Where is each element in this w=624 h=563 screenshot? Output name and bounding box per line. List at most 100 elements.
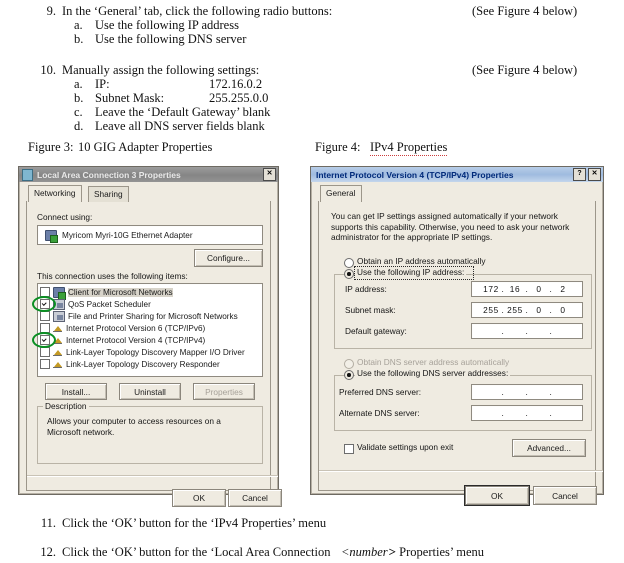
gw-dot-2: .: [525, 326, 529, 336]
figure-3-label: Figure 3:: [28, 140, 74, 154]
install-button[interactable]: Install...: [45, 383, 107, 400]
preferred-dns-label: Preferred DNS server:: [339, 387, 422, 397]
local-area-connection-properties-dialog[interactable]: Local Area Connection 3 Properties ✕ Net…: [18, 166, 282, 507]
network-items-list[interactable]: Client for Microsoft Networks QoS Packet…: [37, 283, 263, 377]
subnet-octet-4: 0: [560, 305, 566, 315]
item-checkbox[interactable]: [40, 335, 50, 345]
cancel-button[interactable]: Cancel: [533, 486, 597, 505]
list-item[interactable]: Client for Microsoft Networks: [40, 286, 260, 300]
step-10a-text: IP:: [95, 77, 110, 91]
preferred-dns-input[interactable]: ...: [471, 384, 583, 400]
list-item[interactable]: Link-Layer Topology Discovery Responder: [40, 358, 260, 370]
item-label: File and Printer Sharing for Microsoft N…: [68, 311, 238, 321]
subnet-mask-label: Subnet mask:: [345, 305, 396, 315]
item-checkbox[interactable]: [40, 323, 50, 333]
figure-4-label: Figure 4:: [315, 140, 361, 154]
item-checkbox[interactable]: [40, 347, 50, 357]
step-10b-text: Subnet Mask:: [95, 91, 165, 105]
item-label: Link-Layer Topology Discovery Mapper I/O…: [66, 347, 245, 357]
tab-networking[interactable]: Networking: [28, 185, 82, 202]
subnet-dot-2: .: [525, 305, 529, 315]
ip-dot-2: .: [525, 284, 529, 294]
advanced-button-label: Advanced...: [527, 443, 571, 453]
step-9a-text: Use the following IP address: [95, 18, 239, 32]
ipv4-dialog-body: General You can get IP settings assigned…: [314, 185, 603, 505]
ipv4-intro-text: You can get IP settings assigned automat…: [331, 211, 570, 242]
protocol-icon: [53, 360, 63, 369]
service-icon: [53, 310, 65, 322]
subnet-octet-2: 255: [507, 305, 523, 315]
step-10-text: Manually assign the following settings:: [62, 63, 260, 77]
step-10d-letter: d.: [74, 119, 84, 133]
ipv4-dialog-title: Internet Protocol Version 4 (TCP/IPv4) P…: [316, 169, 514, 180]
adapter-dialog-title: Local Area Connection 3 Properties: [37, 169, 181, 180]
step-10d-text: Leave all DNS server fields blank: [95, 119, 265, 133]
step-10b-value: 255.255.0.0: [209, 91, 269, 105]
ip-address-input[interactable]: 172. 16. 0. 2: [471, 281, 583, 297]
item-label: Internet Protocol Version 6 (TCP/IPv6): [66, 323, 206, 333]
pdns-dot-3: .: [549, 387, 553, 397]
radio-obtain-ip-automatically[interactable]: [344, 258, 354, 268]
ok-button-label: OK: [491, 490, 503, 501]
step-9b-letter: b.: [74, 32, 84, 46]
list-item[interactable]: QoS Packet Scheduler: [40, 298, 260, 310]
adapter-name-box[interactable]: Myricom Myri-10G Ethernet Adapter: [37, 225, 263, 245]
uninstall-button-label: Uninstall: [134, 386, 166, 397]
protocol-icon: [53, 324, 63, 333]
step-10a-value: 172.16.0.2: [209, 77, 263, 91]
uninstall-button[interactable]: Uninstall: [119, 383, 181, 400]
radio-use-following-ip[interactable]: [344, 269, 354, 279]
list-item[interactable]: Link-Layer Topology Discovery Mapper I/O…: [40, 346, 260, 358]
ok-button-label: OK: [193, 493, 205, 503]
install-button-label: Install...: [61, 386, 91, 397]
gw-dot-1: .: [501, 326, 505, 336]
step-9-text: In the ‘General’ tab, click the followin…: [62, 4, 333, 18]
configure-button[interactable]: Configure...: [194, 249, 263, 267]
adapter-dialog-titlebar: Local Area Connection 3 Properties ✕: [19, 167, 278, 182]
advanced-button[interactable]: Advanced...: [512, 439, 586, 457]
step-10-number: 10.: [40, 63, 56, 77]
gw-dot-3: .: [549, 326, 553, 336]
list-item[interactable]: File and Printer Sharing for Microsoft N…: [40, 310, 260, 322]
list-item[interactable]: Internet Protocol Version 4 (TCP/IPv4): [40, 334, 260, 346]
validate-settings-checkbox[interactable]: [344, 444, 354, 454]
subnet-mask-input[interactable]: 255. 255. 0. 0: [471, 302, 583, 318]
adns-dot-3: .: [549, 408, 553, 418]
service-icon: [53, 298, 65, 310]
description-legend: Description: [43, 401, 89, 411]
item-checkbox[interactable]: [40, 287, 50, 297]
ip-dot-1: .: [501, 284, 505, 294]
step-9-number: 9.: [46, 4, 56, 18]
step-9a-letter: a.: [74, 18, 83, 32]
items-list-label: This connection uses the following items…: [37, 271, 188, 281]
step-12-number: 12.: [40, 545, 56, 559]
item-checkbox[interactable]: [40, 359, 50, 369]
tab-general[interactable]: General: [320, 185, 362, 202]
close-icon[interactable]: ✕: [588, 168, 601, 181]
subnet-dot-1: .: [501, 305, 505, 315]
ok-button[interactable]: OK: [172, 489, 226, 507]
default-gateway-input[interactable]: ...: [471, 323, 583, 339]
list-item[interactable]: Internet Protocol Version 6 (TCP/IPv6): [40, 322, 260, 334]
alternate-dns-input[interactable]: ...: [471, 405, 583, 421]
subnet-octet-1: 255: [483, 305, 499, 315]
adns-dot-1: .: [501, 408, 505, 418]
ipv4-properties-dialog[interactable]: Internet Protocol Version 4 (TCP/IPv4) P…: [310, 166, 604, 505]
ip-octet-3: 0: [536, 284, 542, 294]
cancel-button[interactable]: Cancel: [228, 489, 282, 507]
ok-button[interactable]: OK: [465, 486, 529, 505]
adapter-tabstrip: Networking Sharing: [28, 185, 271, 202]
default-gateway-label: Default gateway:: [345, 326, 407, 336]
item-checkbox[interactable]: [40, 299, 50, 309]
help-icon[interactable]: ?: [573, 168, 586, 181]
cancel-button-label: Cancel: [552, 490, 578, 501]
item-label: QoS Packet Scheduler: [68, 299, 151, 309]
item-label: Link-Layer Topology Discovery Responder: [66, 359, 220, 369]
radio-obtain-dns-label: Obtain DNS server address automatically: [357, 357, 510, 367]
tab-sharing[interactable]: Sharing: [88, 186, 129, 202]
radio-use-following-dns[interactable]: [344, 370, 354, 380]
protocol-icon: [53, 336, 63, 345]
item-checkbox[interactable]: [40, 311, 50, 321]
figure-3-title: 10 GIG Adapter Properties: [78, 140, 213, 154]
close-icon[interactable]: ✕: [263, 168, 276, 181]
